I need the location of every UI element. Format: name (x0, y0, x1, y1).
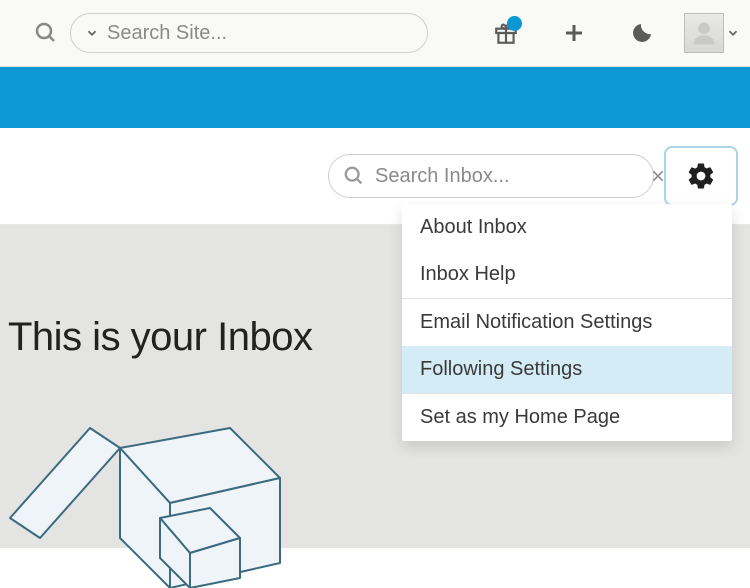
gear-icon (686, 161, 716, 191)
search-icon (343, 165, 365, 187)
gift-icon[interactable] (484, 11, 528, 55)
plus-icon[interactable] (552, 11, 596, 55)
topbar (0, 0, 750, 67)
user-menu[interactable] (672, 13, 740, 53)
menu-item-following-settings[interactable]: Following Settings (402, 346, 732, 393)
menu-item-set-home[interactable]: Set as my Home Page (402, 394, 732, 441)
chevron-down-icon[interactable] (85, 26, 99, 40)
moon-icon[interactable] (620, 11, 664, 55)
settings-dropdown: About Inbox Inbox Help Email Notificatio… (402, 204, 732, 441)
chevron-down-icon (726, 26, 740, 40)
menu-item-about[interactable]: About Inbox (402, 204, 732, 251)
menu-item-email-settings[interactable]: Email Notification Settings (402, 299, 732, 346)
menu-item-help[interactable]: Inbox Help (402, 251, 732, 298)
search-icon[interactable] (30, 21, 62, 45)
inbox-search-field[interactable] (328, 154, 654, 198)
notification-badge (507, 16, 522, 31)
site-search-field[interactable] (70, 13, 428, 53)
brand-bar (0, 67, 750, 128)
inbox-search-input[interactable] (375, 165, 640, 188)
settings-button[interactable] (664, 146, 738, 206)
site-search-input[interactable] (107, 22, 413, 45)
avatar (684, 13, 724, 53)
inbox-illustration (0, 388, 320, 588)
